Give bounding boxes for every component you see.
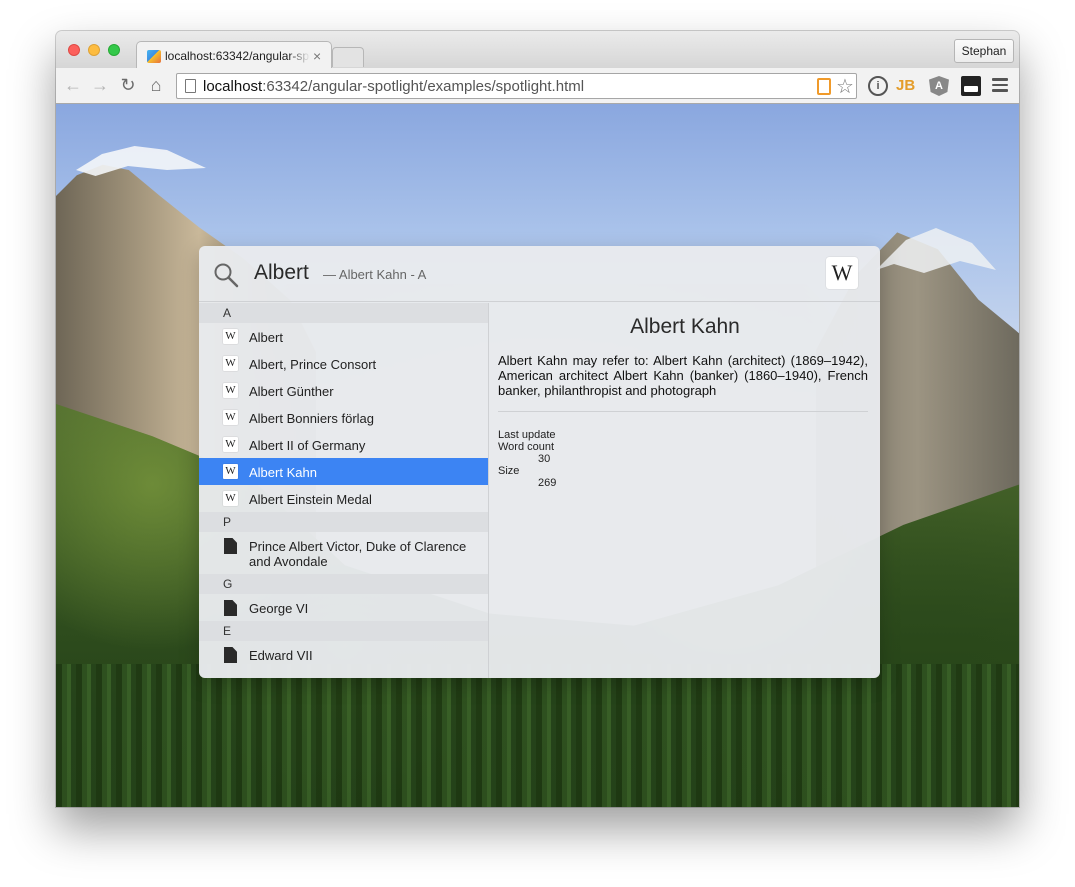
result-label: George VI <box>249 601 309 616</box>
result-label: Albert Bonniers förlag <box>249 411 375 426</box>
results-list: A W Albert W Albert, Prince Consort W Albert G… <box>199 303 489 678</box>
document-icon <box>224 647 237 663</box>
wikipedia-icon: W <box>223 491 238 506</box>
home-icon[interactable]: ⌂ <box>145 75 167 95</box>
result-label: Albert Günther <box>249 384 334 399</box>
spotlight-panel: Albert — Albert Kahn - A W A W Albert W Albe… <box>199 246 880 678</box>
search-input[interactable]: Albert <box>254 261 309 285</box>
reload-icon[interactable]: ↻ <box>117 75 139 95</box>
group-header: G <box>199 574 488 594</box>
title-bar: localhost:63342/angular-spotlight/exampl… <box>56 31 1019 69</box>
group-header: E <box>199 621 488 641</box>
result-item[interactable]: W Albert Bonniers förlag <box>199 404 488 431</box>
group-header: A <box>199 303 488 323</box>
favicon-icon <box>147 50 161 63</box>
word-count-value: 30 <box>538 453 551 465</box>
search-icon <box>214 263 239 288</box>
preview-meta: Last update Word count 30 Size 269 <box>498 429 556 489</box>
tab-close-icon[interactable]: × <box>313 48 321 64</box>
profile-button[interactable]: Stephan <box>954 39 1014 63</box>
document-icon <box>224 538 237 554</box>
result-label: Edward VII <box>249 648 313 663</box>
jetbrains-extension-icon[interactable]: JB <box>896 76 916 96</box>
size-value: 269 <box>538 477 557 489</box>
result-item[interactable]: W Albert <box>199 323 488 350</box>
result-item[interactable]: Edward VII <box>199 641 488 668</box>
wikipedia-icon: W <box>223 410 238 425</box>
browser-window: localhost:63342/angular-spotlight/exampl… <box>56 31 1019 807</box>
wikipedia-icon: W <box>826 257 858 289</box>
result-label: Albert <box>249 330 283 345</box>
back-icon[interactable]: ← <box>62 75 84 95</box>
result-label: Albert II of Germany <box>249 438 366 453</box>
result-label: Albert Einstein Medal <box>249 492 372 507</box>
url-text[interactable]: localhost:63342/angular-spotlight/exampl… <box>203 78 584 95</box>
group-header: P <box>199 512 488 532</box>
preview-pane: Albert Kahn Albert Kahn may refer to: Al… <box>490 303 880 678</box>
result-label: Albert Kahn <box>249 465 317 480</box>
search-hint: — Albert Kahn - A <box>323 267 427 282</box>
url-path: :63342/angular-spotlight/examples/spotli… <box>262 78 585 95</box>
wikipedia-icon: W <box>223 329 238 344</box>
result-item[interactable]: W Albert Günther <box>199 377 488 404</box>
result-item[interactable]: W Albert Kahn <box>199 458 488 485</box>
forward-icon[interactable]: → <box>89 75 111 95</box>
size-label: Size <box>498 465 520 477</box>
result-item[interactable]: W Albert Einstein Medal <box>199 485 488 512</box>
menu-icon[interactable] <box>992 78 1008 92</box>
angular-extension-icon[interactable]: A <box>929 76 949 96</box>
wikipedia-icon: W <box>223 383 238 398</box>
result-label: Prince Albert Victor, Duke of Clarence a… <box>249 539 467 569</box>
bookmark-star-icon[interactable]: ☆ <box>836 74 854 99</box>
preview-title: Albert Kahn <box>630 315 740 338</box>
close-window-button[interactable] <box>68 44 80 56</box>
result-item[interactable]: George VI <box>199 594 488 621</box>
browser-toolbar: ← → ↻ ⌂ localhost:63342/angular-spotligh… <box>56 68 1019 104</box>
result-item[interactable]: W Albert, Prince Consort <box>199 350 488 377</box>
page-action-icon[interactable] <box>817 78 831 95</box>
page-viewport: Albert — Albert Kahn - A W A W Albert W Albe… <box>56 104 1019 807</box>
document-icon <box>224 600 237 616</box>
url-host: localhost <box>203 78 263 95</box>
search-row[interactable]: Albert — Albert Kahn - A W <box>199 246 880 302</box>
page-icon <box>185 79 196 93</box>
minimize-window-button[interactable] <box>88 44 100 56</box>
result-item[interactable]: W Albert II of Germany <box>199 431 488 458</box>
background-trees <box>56 664 1019 807</box>
divider <box>498 411 868 412</box>
wikipedia-icon: W <box>223 464 238 479</box>
last-update-label: Last update <box>498 429 556 441</box>
wikipedia-icon: W <box>223 437 238 452</box>
address-bar[interactable]: localhost:63342/angular-spotlight/exampl… <box>176 73 857 99</box>
new-tab-button[interactable] <box>332 47 364 67</box>
preview-description: Albert Kahn may refer to: Albert Kahn (a… <box>498 353 868 398</box>
tab-title: localhost:63342/angular-spotlight/exampl… <box>165 49 310 63</box>
result-item[interactable]: Prince Albert Victor, Duke of Clarence a… <box>199 532 488 574</box>
extension-icon[interactable] <box>961 76 981 96</box>
info-extension-icon[interactable]: i <box>868 76 888 96</box>
maximize-window-button[interactable] <box>108 44 120 56</box>
browser-tab[interactable]: localhost:63342/angular-spotlight/exampl… <box>136 41 332 69</box>
word-count-label: Word count <box>498 441 555 453</box>
result-label: Albert, Prince Consort <box>249 357 377 372</box>
wikipedia-icon: W <box>223 356 238 371</box>
